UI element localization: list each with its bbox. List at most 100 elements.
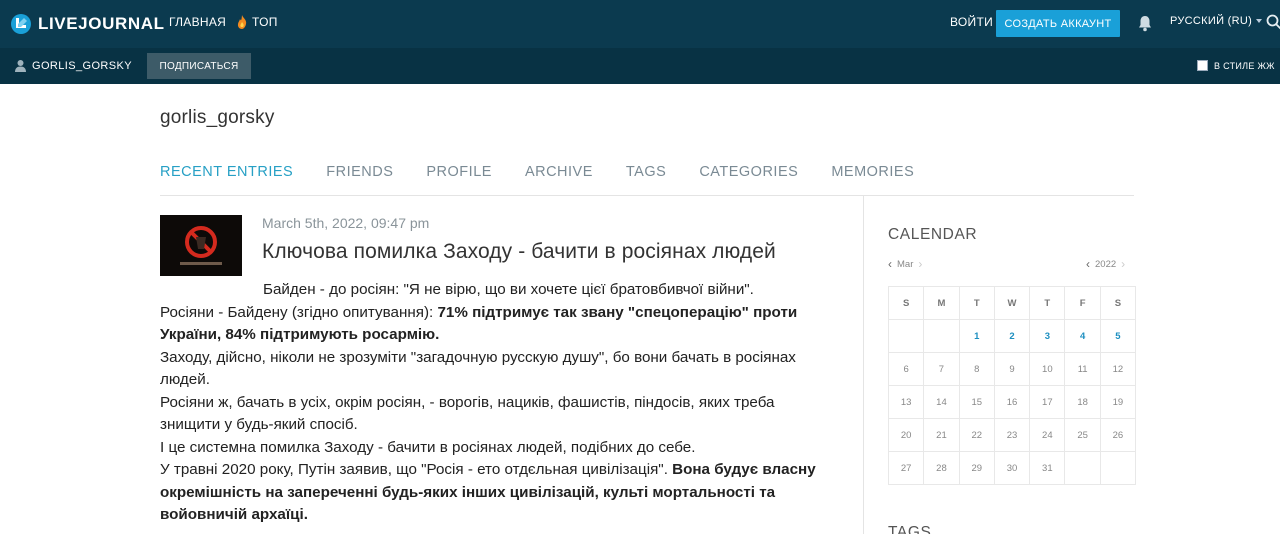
livejournal-logo-icon [11, 14, 31, 34]
calendar-day: 21 [923, 418, 960, 452]
journal-title[interactable]: gorlis_gorsky [160, 107, 275, 129]
userpic-image [160, 215, 242, 276]
calendar-week-row: 6 7 8 9 10 11 12 [887, 352, 1137, 386]
calendar-day: 12 [1099, 352, 1137, 386]
calendar-day[interactable]: 2 [993, 319, 1031, 353]
tab-categories[interactable]: CATEGORIES [699, 164, 798, 180]
calendar-day: 31 [1029, 451, 1066, 485]
header-divider [160, 195, 1134, 196]
top-navigation-bar: LIVEJOURNAL ГЛАВНАЯ ТОП ВОЙТИ СОЗДАТЬ АК… [0, 0, 1280, 48]
chevron-down-icon [1256, 19, 1263, 23]
nav-top-link[interactable]: ТОП [236, 15, 278, 29]
calendar-weekday: T [1029, 286, 1066, 320]
lj-style-checkbox[interactable] [1197, 60, 1208, 71]
calendar-month-nav: ‹ Mar › [888, 257, 922, 271]
entry-paragraph: Росіяни - Байдену (згідно опитування): 7… [160, 302, 820, 347]
calendar-day: 16 [993, 385, 1031, 419]
tab-recent-entries[interactable]: RECENT ENTRIES [160, 164, 293, 180]
calendar-day: 29 [958, 451, 995, 485]
chevron-right-icon: › [1121, 257, 1126, 271]
entry-text: У травні 2020 року, Путін заявив, що "Ро… [160, 461, 673, 478]
entry-userpic[interactable] [160, 215, 242, 276]
logo-text: LIVEJOURNAL [38, 14, 165, 33]
entry-title[interactable]: Ключова помилка Заходу - бачити в росіян… [262, 240, 776, 264]
calendar-day: 9 [993, 352, 1031, 386]
calendar-year-nav: ‹ 2022 › [1086, 257, 1125, 271]
tab-archive[interactable]: ARCHIVE [525, 164, 593, 180]
calendar-day[interactable]: 4 [1064, 319, 1101, 353]
notifications-bell-icon[interactable] [1137, 15, 1153, 32]
calendar-empty-cell [923, 319, 960, 353]
calendar-weekday: M [923, 286, 960, 320]
journal-tabs: RECENT ENTRIES FRIENDS PROFILE ARCHIVE T… [160, 164, 947, 180]
entry-body: Байден - до росіян: "Я не вірю, що ви хо… [160, 279, 820, 527]
calendar-weekday: T [958, 286, 995, 320]
entry-paragraph: Байден - до росіян: "Я не вірю, що ви хо… [263, 281, 754, 298]
nav-top-label: ТОП [252, 15, 278, 29]
calendar-weekday: W [993, 286, 1031, 320]
language-label: РУССКИЙ (RU) [1170, 15, 1253, 27]
entry-paragraph: І це системна помилка Заходу - бачити в … [160, 438, 696, 456]
calendar-day: 6 [887, 352, 925, 386]
calendar-day: 23 [993, 418, 1031, 452]
calendar-day: 8 [958, 352, 995, 386]
calendar-day: 27 [887, 451, 925, 485]
calendar-empty-cell [1064, 451, 1101, 485]
calendar-day: 13 [887, 385, 925, 419]
calendar-week-row: 12345 [887, 319, 1137, 353]
tab-friends[interactable]: FRIENDS [326, 164, 393, 180]
calendar-weekday: S [1099, 286, 1137, 320]
calendar-day: 18 [1064, 385, 1101, 419]
calendar-empty-cell [887, 319, 925, 353]
calendar-day: 30 [993, 451, 1031, 485]
lj-style-toggle[interactable]: В СТИЛЕ ЖЖ [1197, 60, 1275, 71]
entry-date: March 5th, 2022, 09:47 pm [262, 215, 430, 231]
journal-username: GORLIS_GORSKY [32, 59, 132, 72]
tab-profile[interactable]: PROFILE [426, 164, 492, 180]
calendar-weekday-row: SMTWTFS [887, 286, 1137, 320]
tab-tags[interactable]: TAGS [626, 164, 666, 180]
chevron-right-icon: › [918, 257, 923, 271]
journal-subbar: GORLIS_GORSKY ПОДПИСАТЬСЯ В СТИЛЕ ЖЖ [0, 48, 1280, 84]
calendar-day[interactable]: 3 [1029, 319, 1066, 353]
subscribe-button[interactable]: ПОДПИСАТЬСЯ [147, 53, 251, 79]
calendar-weekday: F [1064, 286, 1101, 320]
nav-home-link[interactable]: ГЛАВНАЯ [169, 15, 226, 29]
calendar-day: 26 [1099, 418, 1137, 452]
calendar-day: 10 [1029, 352, 1066, 386]
entry-paragraph: Заходу, дійсно, ніколи не зрозуміти "заг… [160, 348, 796, 389]
login-link[interactable]: ВОЙТИ [950, 15, 993, 29]
tags-title: TAGS [888, 524, 932, 534]
calendar-day: 24 [1029, 418, 1066, 452]
calendar-day: 7 [923, 352, 960, 386]
calendar-day: 15 [958, 385, 995, 419]
calendar-day: 11 [1064, 352, 1101, 386]
livejournal-logo[interactable]: LIVEJOURNAL [10, 11, 165, 37]
calendar-title: CALENDAR [888, 226, 978, 243]
language-selector[interactable]: РУССКИЙ (RU) [1170, 15, 1263, 27]
calendar-day[interactable]: 5 [1099, 319, 1137, 353]
calendar-day: 28 [923, 451, 960, 485]
calendar-day: 17 [1029, 385, 1066, 419]
chevron-left-icon[interactable]: ‹ [888, 257, 892, 271]
calendar-week-row: 13 14 15 16 17 18 19 [887, 385, 1137, 419]
calendar-month-label: Mar [897, 258, 914, 270]
calendar-week-row: 20 21 22 23 24 25 26 [887, 418, 1137, 452]
chevron-left-icon[interactable]: ‹ [1086, 257, 1090, 271]
entry-paragraph: У травні 2020 року, Путін заявив, що "Ро… [160, 459, 820, 527]
create-account-button[interactable]: СОЗДАТЬ АККАУНТ [996, 10, 1120, 37]
calendar-day: 20 [887, 418, 925, 452]
search-icon[interactable] [1266, 14, 1280, 30]
calendar-weekday: S [887, 286, 925, 320]
journal-user-link[interactable]: GORLIS_GORSKY [14, 59, 132, 72]
tab-memories[interactable]: MEMORIES [831, 164, 914, 180]
entry-text: Росіяни - Байдену (згідно опитування): [160, 303, 438, 321]
user-icon [15, 60, 26, 72]
calendar-day: 25 [1064, 418, 1101, 452]
calendar-day: 14 [923, 385, 960, 419]
fire-icon [237, 15, 247, 29]
calendar-year-label: 2022 [1095, 258, 1117, 270]
lj-style-label: В СТИЛЕ ЖЖ [1214, 60, 1275, 71]
calendar-day[interactable]: 1 [958, 319, 995, 353]
entry-paragraph: Росіяни ж, бачать в усіх, окрім росіян, … [160, 393, 775, 434]
